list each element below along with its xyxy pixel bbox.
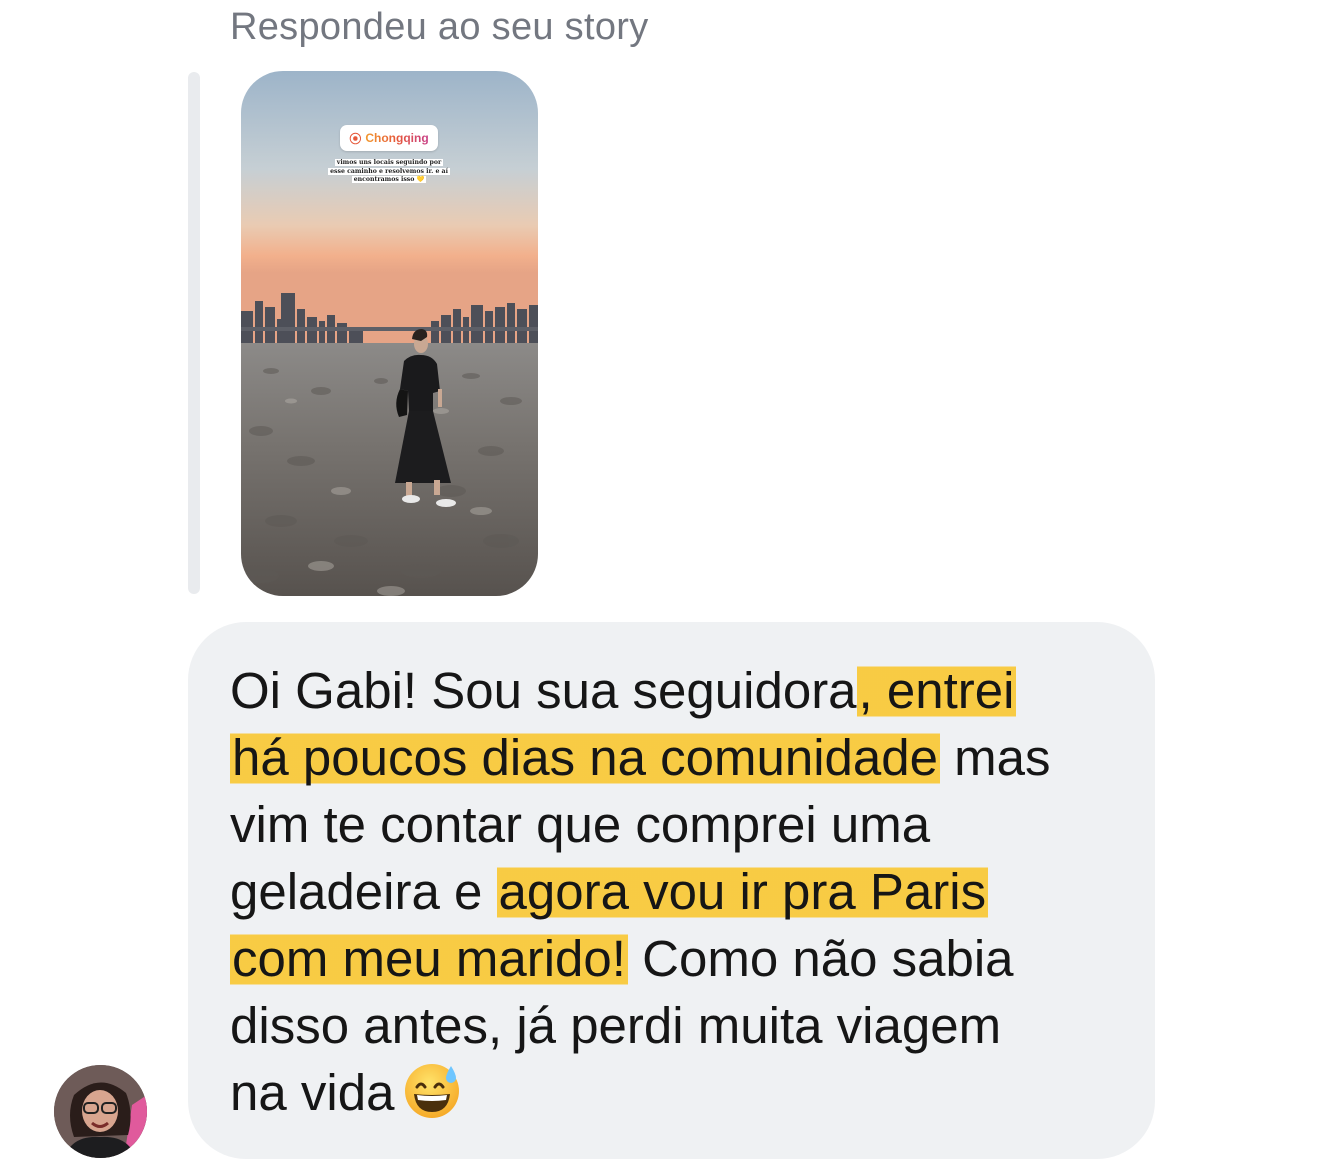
reply-quote-bar bbox=[188, 72, 200, 594]
story-thumbnail[interactable]: ⦿ Chongqing vimos uns locais seguindo po… bbox=[241, 71, 538, 596]
profile-photo bbox=[54, 1065, 147, 1158]
message-line: há poucos dias na comunidade mas bbox=[230, 724, 1130, 791]
message-text: Oi Gabi! Sou sua seguidora, entrei há pou… bbox=[230, 657, 1130, 1126]
avatar[interactable] bbox=[54, 1065, 147, 1158]
message-text-segment: Como não sabia bbox=[627, 930, 1014, 987]
message-line: na vida bbox=[230, 1059, 1130, 1126]
message-text-segment: na vida bbox=[230, 1064, 395, 1121]
highlighted-text: há poucos dias na comunidade bbox=[230, 729, 941, 786]
message-line: geladeira e agora vou ir pra Paris bbox=[230, 858, 1130, 925]
message-text-segment: geladeira e bbox=[230, 863, 497, 920]
location-sticker[interactable]: ⦿ Chongqing bbox=[340, 125, 438, 151]
dm-thread: Respondeu ao seu story ⦿ Chongqing vimos… bbox=[0, 0, 1320, 1163]
story-caption-line: encontramos isso 💛 bbox=[351, 176, 427, 183]
message-line: vim te contar que comprei uma bbox=[230, 791, 1130, 858]
location-sticker-label: Chongqing bbox=[365, 131, 429, 145]
highlighted-text: com meu marido! bbox=[230, 930, 628, 987]
location-pin-icon: ⦿ bbox=[349, 131, 362, 146]
highlighted-text: agora vou ir pra Paris bbox=[496, 863, 989, 920]
message-text-segment: vim te contar que comprei uma bbox=[230, 796, 931, 853]
message-text-segment: disso antes, já perdi muita viagem bbox=[230, 997, 1002, 1054]
message-text-segment: mas bbox=[940, 729, 1051, 786]
story-caption: vimos uns locais seguindo por esse camin… bbox=[313, 159, 465, 185]
message-line: com meu marido! Como não sabia bbox=[230, 925, 1130, 992]
highlighted-text: , entrei bbox=[856, 662, 1017, 719]
grinning-face-with-sweat-icon bbox=[402, 1060, 462, 1120]
message-line: Oi Gabi! Sou sua seguidora, entrei bbox=[230, 657, 1130, 724]
story-caption-line: vimos uns locais seguindo por bbox=[334, 159, 444, 166]
message-text-segment: Oi Gabi! Sou sua seguidora bbox=[230, 662, 857, 719]
story-caption-line: esse caminho e resolvemos ir. e aí bbox=[328, 167, 450, 175]
message-line: disso antes, já perdi muita viagem bbox=[230, 992, 1130, 1059]
story-reply-label: Respondeu ao seu story bbox=[230, 6, 649, 48]
